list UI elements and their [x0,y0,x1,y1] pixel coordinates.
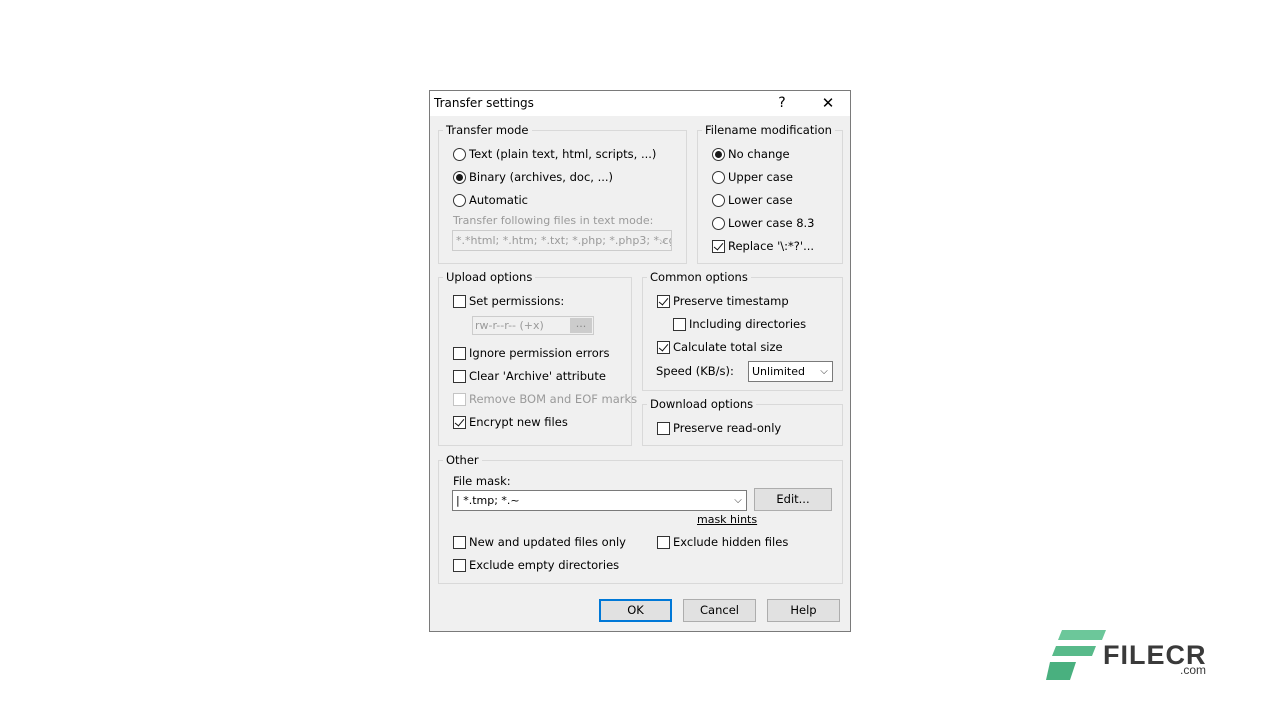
ignore-permission-errors-checkbox[interactable]: Ignore permission errors [453,345,610,361]
clear-archive-checkbox[interactable]: Clear 'Archive' attribute [453,368,606,384]
exclude-hidden-checkbox[interactable]: Exclude hidden files [657,534,788,550]
file-mask-label: File mask: [453,474,511,488]
chevron-down-icon[interactable]: ⌵ [732,491,744,510]
radio-indicator [712,193,725,207]
replace-checkbox[interactable]: Replace '\:*?'... [712,238,814,254]
remove-bom-checkbox: Remove BOM and EOF marks [453,391,637,407]
edit-mask-button[interactable]: Edit... [754,488,832,511]
text-mode-label: Text (plain text, html, scripts, ...) [469,147,657,161]
text-mode-files-value: *.*html; *.htm; *.txt; *.php; *.php3; *.… [456,234,671,247]
new-and-updated-checkbox[interactable]: New and updated files only [453,534,626,550]
help-icon[interactable]: ? [762,91,802,116]
speed-value: Unlimited [752,365,805,378]
file-mask-input[interactable]: | *.tmp; *.~ ⌵ [452,490,747,511]
preserve-read-only-checkbox[interactable]: Preserve read-only [657,420,781,436]
other-legend: Other [443,453,482,467]
no-change-label: No change [728,147,790,161]
lower-case-radio[interactable]: Lower case [712,192,793,208]
preserve-read-only-label: Preserve read-only [673,421,782,435]
text-mode-radio[interactable]: Text (plain text, html, scripts, ...) [453,146,656,162]
ok-button[interactable]: OK [599,599,672,622]
checkbox-indicator-checked [453,415,466,429]
radio-indicator [453,147,466,161]
set-permissions-label: Set permissions: [469,294,565,308]
binary-mode-radio[interactable]: Binary (archives, doc, ...) [453,169,613,185]
cancel-button[interactable]: Cancel [683,599,756,622]
checkbox-indicator [453,294,466,308]
exclude-empty-checkbox[interactable]: Exclude empty directories [453,557,619,573]
checkbox-indicator-disabled [453,392,466,406]
ignore-permission-errors-label: Ignore permission errors [469,346,610,360]
checkbox-indicator [673,317,686,331]
automatic-mode-radio[interactable]: Automatic [453,192,528,208]
radio-indicator [712,170,725,184]
common-options-legend: Common options [647,270,751,284]
checkbox-indicator [657,421,670,435]
including-directories-checkbox[interactable]: Including directories [673,316,806,332]
radio-indicator [712,216,725,230]
calculate-total-size-label: Calculate total size [673,340,783,354]
title-bar: Transfer settings ? ✕ [430,91,850,116]
new-and-updated-label: New and updated files only [469,535,626,549]
exclude-empty-label: Exclude empty directories [469,558,620,572]
close-icon[interactable]: ✕ [808,91,848,116]
filename-modification-legend: Filename modification [702,123,835,137]
checkbox-indicator-checked [657,340,670,354]
replace-label: Replace '\:*?'... [728,239,815,253]
upper-case-label: Upper case [728,170,793,184]
permissions-value: rw-r--r-- (+x) [475,319,544,332]
permissions-field: rw-r--r-- (+x) ... [472,316,594,335]
checkbox-indicator-checked [712,239,725,253]
radio-indicator [453,193,466,207]
radio-indicator-checked [712,147,725,161]
encrypt-new-files-label: Encrypt new files [469,415,568,429]
upload-options-legend: Upload options [443,270,536,284]
file-mask-value: | *.tmp; *.~ [456,494,520,507]
binary-mode-label: Binary (archives, doc, ...) [469,170,614,184]
including-directories-label: Including directories [689,317,807,331]
speed-select[interactable]: Unlimited ⌵ [748,361,833,382]
lower-case-83-radio[interactable]: Lower case 8.3 [712,215,815,231]
mask-hints-link[interactable]: mask hints [697,513,757,526]
lower-case-83-label: Lower case 8.3 [728,216,815,230]
download-options-legend: Download options [647,397,757,411]
speed-label: Speed (KB/s): [656,364,734,378]
chevron-down-icon: ⌵ [659,235,667,246]
checkbox-indicator [453,535,466,549]
exclude-hidden-label: Exclude hidden files [673,535,789,549]
set-permissions-checkbox[interactable]: Set permissions: [453,293,564,309]
checkbox-indicator-checked [657,294,670,308]
text-mode-files-combo: *.*html; *.htm; *.txt; *.php; *.php3; *.… [452,230,672,251]
checkbox-indicator [453,346,466,360]
calculate-total-size-checkbox[interactable]: Calculate total size [657,339,783,355]
upper-case-radio[interactable]: Upper case [712,169,793,185]
checkbox-indicator [453,369,466,383]
help-button[interactable]: Help [767,599,840,622]
encrypt-new-files-checkbox[interactable]: Encrypt new files [453,414,568,430]
text-mode-files-label: Transfer following files in text mode: [453,214,654,227]
remove-bom-label: Remove BOM and EOF marks [469,392,638,406]
checkbox-indicator [657,535,670,549]
chevron-down-icon: ⌵ [820,366,828,377]
dialog-title: Transfer settings [434,96,534,110]
lower-case-label: Lower case [728,193,793,207]
preserve-timestamp-label: Preserve timestamp [673,294,789,308]
transfer-mode-legend: Transfer mode [443,123,532,137]
automatic-mode-label: Automatic [469,193,528,207]
permissions-browse-button: ... [570,318,592,333]
radio-indicator-checked [453,170,466,184]
checkbox-indicator [453,558,466,572]
no-change-radio[interactable]: No change [712,146,790,162]
preserve-timestamp-checkbox[interactable]: Preserve timestamp [657,293,789,309]
clear-archive-label: Clear 'Archive' attribute [469,369,606,383]
watermark-suffix: .com [1180,663,1207,677]
